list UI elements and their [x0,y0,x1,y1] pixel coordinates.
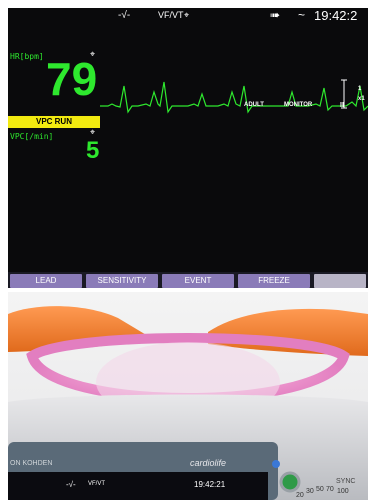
brand-label: ON KOHDEN [10,460,53,467]
preview-ecg-symbol-icon: -√- [66,480,76,489]
scale-top-label: 1 [358,86,362,92]
energy-100: 100 [337,488,349,495]
device-photo [8,292,368,500]
preview-clock: 19:42:21 [194,480,226,489]
page: -√- VF/VT ⌖ ➠ ~ 19:42:2 HR[bpm] ⌖ 79 VPC… [0,0,376,500]
sensitivity-key[interactable]: SENSITIVITY [86,274,158,288]
model-label: cardiolife [190,458,227,468]
function-key-bar: LEAD SENSITIVITY EVENT FREEZE [8,272,368,288]
event-key[interactable]: EVENT [162,274,234,288]
filter-mode-label: MONITOR [284,102,313,108]
preview-alarm-text: VF/VT [88,481,106,487]
energy-70: 70 [326,486,334,493]
energy-20: 20 [296,492,304,499]
monitor-screen: -√- VF/VT ⌖ ➠ ~ 19:42:2 HR[bpm] ⌖ 79 VPC… [8,8,368,288]
energy-30: 30 [306,488,314,495]
patient-mode-label: ADULT [244,102,264,108]
sync-label: SYNC [336,478,356,485]
defibrillator-body-illustration [8,292,368,500]
freeze-key[interactable]: FREEZE [238,274,310,288]
energy-50: 50 [316,486,324,493]
ecg-waveform [100,79,368,114]
lead-key[interactable]: LEAD [10,274,82,288]
scale-bottom-label: x1 [358,96,365,102]
device-screen-preview: -√- VF/VT 19:42:21 [8,474,268,500]
blank-key[interactable] [314,274,366,288]
lead-label: II [340,102,344,109]
